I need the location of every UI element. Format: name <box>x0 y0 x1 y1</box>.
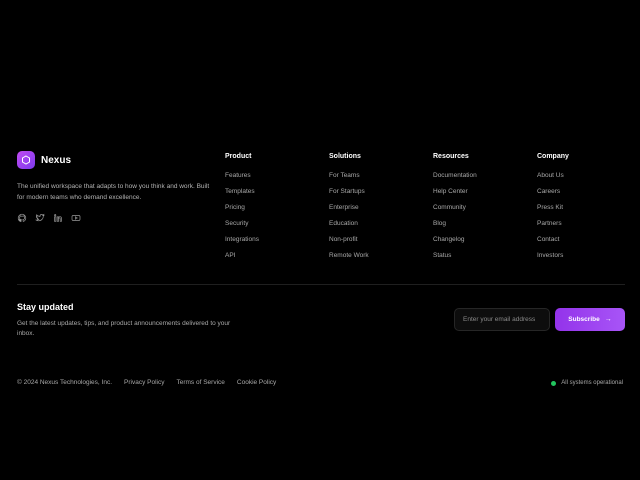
footer-link-careers[interactable]: Careers <box>537 187 569 203</box>
email-input[interactable] <box>454 308 550 331</box>
footer-link-help-center[interactable]: Help Center <box>433 187 477 203</box>
column-title: Company <box>537 153 569 160</box>
brand-tagline: The unified workspace that adapts to how… <box>17 183 210 201</box>
terms-of-service-link[interactable]: Terms of Service <box>176 379 224 386</box>
footer-column-product: Product Features Templates Pricing Secur… <box>225 153 259 267</box>
status-dot-icon <box>551 380 557 386</box>
footer-column-solutions: Solutions For Teams For Startups Enterpr… <box>329 153 369 267</box>
footer-link-about-us[interactable]: About Us <box>537 171 569 187</box>
footer-link-changelog[interactable]: Changelog <box>433 235 477 251</box>
footer-link-for-startups[interactable]: For Startups <box>329 187 369 203</box>
footer-link-integrations[interactable]: Integrations <box>225 235 259 251</box>
nexus-logo-icon <box>17 151 35 169</box>
social-links <box>17 213 217 223</box>
github-icon[interactable] <box>17 213 27 223</box>
brand-block: Nexus The unified workspace that adapts … <box>17 151 217 223</box>
footer-link-templates[interactable]: Templates <box>225 187 259 203</box>
footer-link-blog[interactable]: Blog <box>433 219 477 235</box>
twitter-icon[interactable] <box>35 213 45 223</box>
youtube-icon[interactable] <box>71 213 81 223</box>
footer-bottom-bar: © 2024 Nexus Technologies, Inc. Privacy … <box>17 379 288 386</box>
footer-link-documentation[interactable]: Documentation <box>433 171 477 187</box>
brand-logo-link[interactable]: Nexus <box>17 151 217 169</box>
footer-link-features[interactable]: Features <box>225 171 259 187</box>
system-status[interactable]: All systems operational <box>551 380 623 386</box>
footer-link-education[interactable]: Education <box>329 219 369 235</box>
newsletter-description: Get the latest updates, tips, and produc… <box>17 320 231 337</box>
footer-link-partners[interactable]: Partners <box>537 219 569 235</box>
footer-link-security[interactable]: Security <box>225 219 259 235</box>
footer-link-community[interactable]: Community <box>433 203 477 219</box>
column-title: Resources <box>433 153 469 160</box>
footer-link-non-profit[interactable]: Non-profit <box>329 235 369 251</box>
subscribe-button[interactable]: Subscribe → <box>555 308 625 331</box>
copyright-text: © 2024 Nexus Technologies, Inc. <box>17 379 113 386</box>
privacy-policy-link[interactable]: Privacy Policy <box>124 379 164 386</box>
footer-column-resources: Resources Documentation Help Center Comm… <box>433 153 477 267</box>
footer-link-pricing[interactable]: Pricing <box>225 203 259 219</box>
footer-divider <box>17 284 625 285</box>
brand-name: Nexus <box>41 154 72 166</box>
footer-link-for-teams[interactable]: For Teams <box>329 171 369 187</box>
arrow-right-icon: → <box>604 316 612 323</box>
footer-link-enterprise[interactable]: Enterprise <box>329 203 369 219</box>
column-title: Product <box>225 153 252 160</box>
footer-link-contact[interactable]: Contact <box>537 235 569 251</box>
subscribe-button-label: Subscribe <box>568 316 600 323</box>
footer-column-company: Company About Us Careers Press Kit Partn… <box>537 153 569 267</box>
footer-link-status[interactable]: Status <box>433 251 477 267</box>
linkedin-icon[interactable] <box>53 213 63 223</box>
footer-link-press-kit[interactable]: Press Kit <box>537 203 569 219</box>
cookie-policy-link[interactable]: Cookie Policy <box>237 379 276 386</box>
footer-link-api[interactable]: API <box>225 251 259 267</box>
site-footer: Nexus The unified workspace that adapts … <box>0 0 640 480</box>
footer-link-investors[interactable]: Investors <box>537 251 569 267</box>
footer-link-remote-work[interactable]: Remote Work <box>329 251 369 267</box>
newsletter-title: Stay updated <box>17 302 74 312</box>
status-text: All systems operational <box>561 380 623 386</box>
column-title: Solutions <box>329 153 361 160</box>
